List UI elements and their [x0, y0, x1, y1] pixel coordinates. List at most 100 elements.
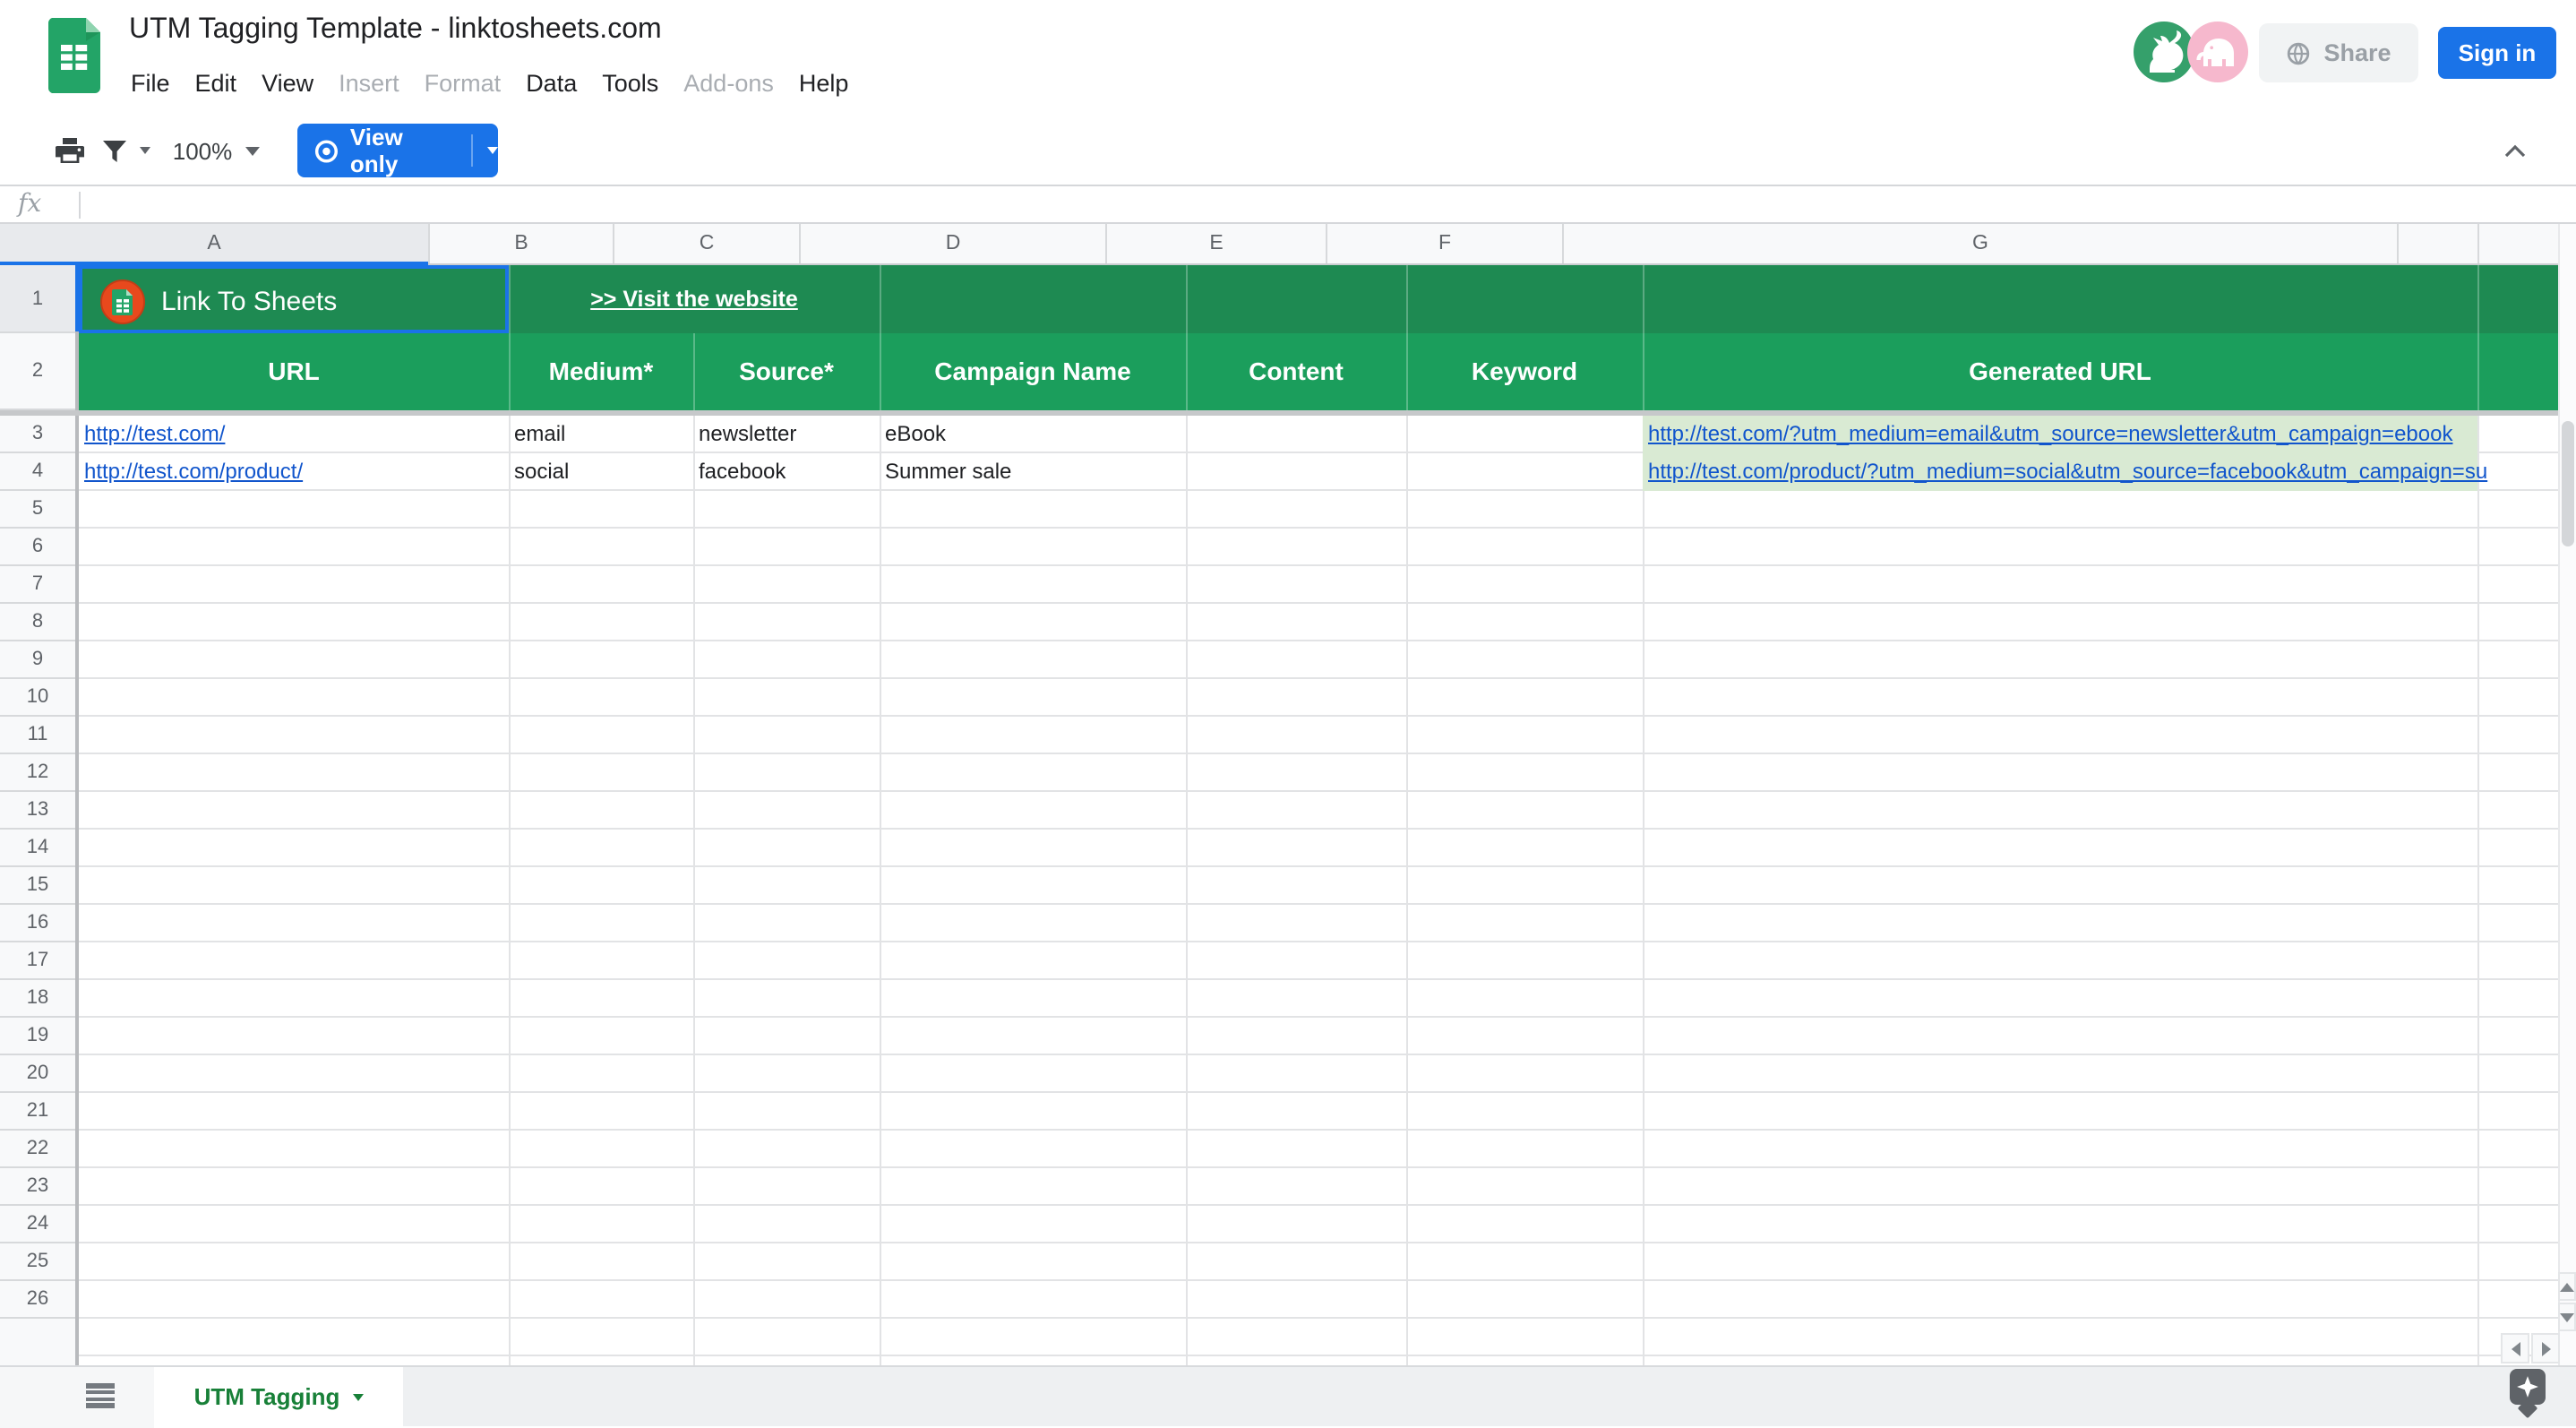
row-header-1[interactable]: 1	[0, 265, 75, 333]
banner-row-2[interactable]: URLMedium*Source*Campaign NameContentKey…	[79, 333, 2558, 410]
share-button[interactable]: Share	[2259, 23, 2418, 82]
scroll-down-button[interactable]	[2558, 1303, 2576, 1331]
column-header-c[interactable]: C	[614, 224, 801, 263]
row-header-15[interactable]: 15	[0, 867, 75, 905]
print-button[interactable]	[50, 116, 90, 185]
row-header-24[interactable]: 24	[0, 1206, 75, 1243]
grid-row-10[interactable]	[79, 679, 2558, 717]
menu-format[interactable]: Format	[412, 65, 514, 104]
row-header-10[interactable]: 10	[0, 679, 75, 717]
grid-row-15[interactable]	[79, 867, 2558, 905]
row-header-6[interactable]: 6	[0, 529, 75, 566]
grid-row-12[interactable]	[79, 754, 2558, 792]
grid-row-27[interactable]	[79, 1319, 2558, 1356]
grid-row-21[interactable]	[79, 1093, 2558, 1131]
cell-generated-row3[interactable]: http://test.com/?utm_medium=email&utm_so…	[1643, 416, 2477, 453]
cell-url-row4[interactable]: http://test.com/product/	[79, 453, 303, 491]
filter-dropdown-caret[interactable]	[136, 116, 154, 185]
row-header-22[interactable]: 22	[0, 1131, 75, 1168]
column-header-a[interactable]: A	[0, 224, 430, 263]
row-header-11[interactable]: 11	[0, 717, 75, 754]
grid-row-25[interactable]	[79, 1243, 2558, 1281]
row-header-26[interactable]: 26	[0, 1281, 75, 1319]
menu-tools[interactable]: Tools	[589, 65, 671, 104]
column-header-d[interactable]: D	[801, 224, 1107, 263]
grid-row-13[interactable]	[79, 792, 2558, 830]
anonymous-animal-avatar-green[interactable]	[2134, 22, 2194, 82]
row-header-19[interactable]: 19	[0, 1018, 75, 1055]
row-header-5[interactable]: 5	[0, 491, 75, 529]
grid-row-17[interactable]	[79, 942, 2558, 980]
all-sheets-menu-icon[interactable]	[86, 1383, 115, 1408]
scroll-left-button[interactable]	[2501, 1333, 2529, 1363]
cell-generated-row4[interactable]: http://test.com/product/?utm_medium=soci…	[1643, 453, 2477, 491]
selected-cell-a1[interactable]: Link To Sheets	[79, 265, 509, 333]
row-header-16[interactable]: 16	[0, 905, 75, 942]
cell-url-row3[interactable]: http://test.com/	[79, 416, 225, 453]
grid-body[interactable]: http://test.com/emailnewslettereBookhttp…	[79, 416, 2558, 1365]
row-header-2[interactable]: 2	[0, 333, 75, 410]
explore-button[interactable]	[2510, 1369, 2546, 1405]
row-header-9[interactable]: 9	[0, 641, 75, 679]
zoom-select[interactable]: 100%	[172, 116, 233, 185]
row-header-17[interactable]: 17	[0, 942, 75, 980]
column-header-e[interactable]: E	[1107, 224, 1327, 263]
row-header-4[interactable]: 4	[0, 453, 75, 491]
document-title[interactable]: UTM Tagging Template - linktosheets.com	[129, 14, 662, 47]
row-header-25[interactable]: 25	[0, 1243, 75, 1281]
column-header-partial[interactable]	[2399, 224, 2479, 263]
column-header-b[interactable]: B	[430, 224, 614, 263]
generated-url-link-row4[interactable]: http://test.com/product/?utm_medium=soci…	[1643, 453, 2487, 491]
grid-row-23[interactable]	[79, 1168, 2558, 1206]
sheet-tab-caret-icon[interactable]	[352, 1393, 363, 1400]
grid-row-14[interactable]	[79, 830, 2558, 867]
row-header-13[interactable]: 13	[0, 792, 75, 830]
grid-row-18[interactable]	[79, 980, 2558, 1018]
grid-row-24[interactable]	[79, 1206, 2558, 1243]
grid-row-22[interactable]	[79, 1131, 2558, 1168]
formula-input[interactable]	[93, 192, 2562, 219]
grid-row-8[interactable]	[79, 604, 2558, 641]
menu-help[interactable]: Help	[786, 65, 862, 104]
row-header-14[interactable]: 14	[0, 830, 75, 867]
row-header-3[interactable]: 3	[0, 416, 75, 453]
generated-url-link-row3[interactable]: http://test.com/?utm_medium=email&utm_so…	[1643, 416, 2452, 453]
anonymous-animal-avatar-pink[interactable]	[2187, 22, 2248, 82]
row-header-18[interactable]: 18	[0, 980, 75, 1018]
grid-row-19[interactable]	[79, 1018, 2558, 1055]
scroll-right-button[interactable]	[2531, 1333, 2560, 1363]
row-header-21[interactable]: 21	[0, 1093, 75, 1131]
filter-button[interactable]	[100, 116, 129, 185]
grid-row-26[interactable]	[79, 1281, 2558, 1319]
collapse-toolbar-chevron-icon[interactable]	[2501, 138, 2529, 163]
row-header-23[interactable]: 23	[0, 1168, 75, 1206]
menu-edit[interactable]: Edit	[183, 65, 250, 104]
grid-row-9[interactable]	[79, 641, 2558, 679]
menu-addons[interactable]: Add-ons	[671, 65, 786, 104]
menu-file[interactable]: File	[118, 65, 183, 104]
view-only-button[interactable]: View only	[297, 124, 498, 177]
menu-data[interactable]: Data	[513, 65, 589, 104]
sign-in-button[interactable]: Sign in	[2438, 27, 2556, 79]
vertical-scrollbar-thumb[interactable]	[2561, 421, 2573, 546]
grid-row-16[interactable]	[79, 905, 2558, 942]
row-header-12[interactable]: 12	[0, 754, 75, 792]
view-only-dropdown-caret[interactable]	[487, 147, 498, 154]
menu-insert[interactable]: Insert	[326, 65, 412, 104]
visit-website-link[interactable]: >> Visit the website	[509, 265, 880, 333]
row-header-20[interactable]: 20	[0, 1055, 75, 1093]
column-header-g[interactable]: G	[1564, 224, 2399, 263]
menu-view[interactable]: View	[249, 65, 326, 104]
zoom-dropdown-caret[interactable]	[244, 116, 262, 185]
grid-row-5[interactable]	[79, 491, 2558, 529]
row-header-8[interactable]: 8	[0, 604, 75, 641]
sheet-tab-utm-tagging[interactable]: UTM Tagging	[154, 1367, 403, 1426]
formula-bar[interactable]: fx	[0, 185, 2576, 224]
row-header-7[interactable]: 7	[0, 566, 75, 604]
column-header-f[interactable]: F	[1327, 224, 1564, 263]
grid-row-6[interactable]	[79, 529, 2558, 566]
scroll-up-button[interactable]	[2558, 1272, 2576, 1301]
grid-row-20[interactable]	[79, 1055, 2558, 1093]
grid-row-11[interactable]	[79, 717, 2558, 754]
grid-row-7[interactable]	[79, 566, 2558, 604]
